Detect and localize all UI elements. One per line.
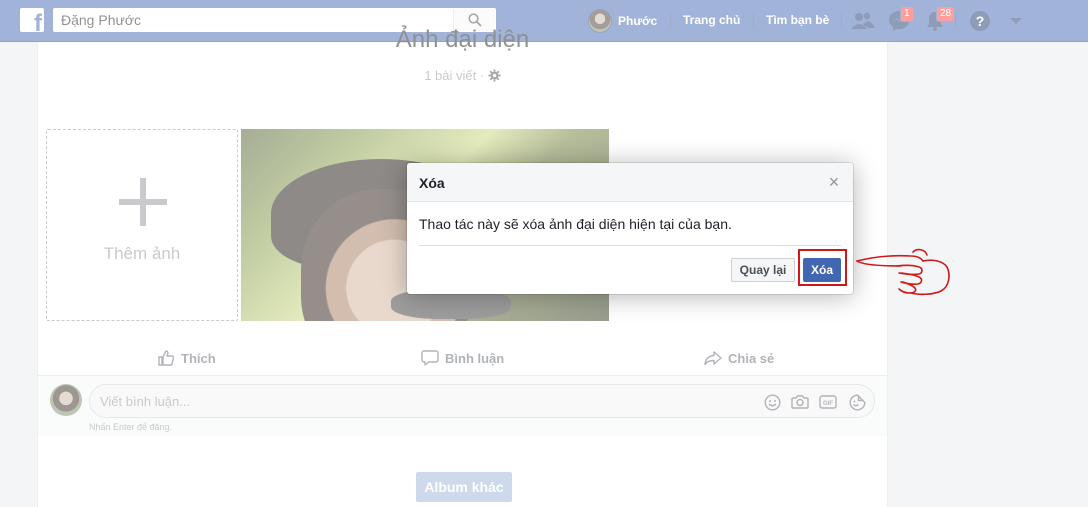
delete-confirm-dialog: Xóa × Thao tác này sẽ xóa ảnh đại diện h… (407, 163, 853, 294)
dialog-divider (419, 245, 841, 246)
confirm-delete-button[interactable]: Xóa (803, 258, 841, 282)
dialog-header: Xóa × (407, 163, 853, 202)
dialog-title: Xóa (419, 175, 445, 191)
dialog-message: Thao tác này sẽ xóa ảnh đại diện hiện tạ… (419, 216, 732, 232)
close-icon[interactable]: × (825, 173, 843, 191)
pointing-hand-annotation-icon (856, 248, 950, 296)
cancel-button[interactable]: Quay lại (731, 258, 795, 282)
